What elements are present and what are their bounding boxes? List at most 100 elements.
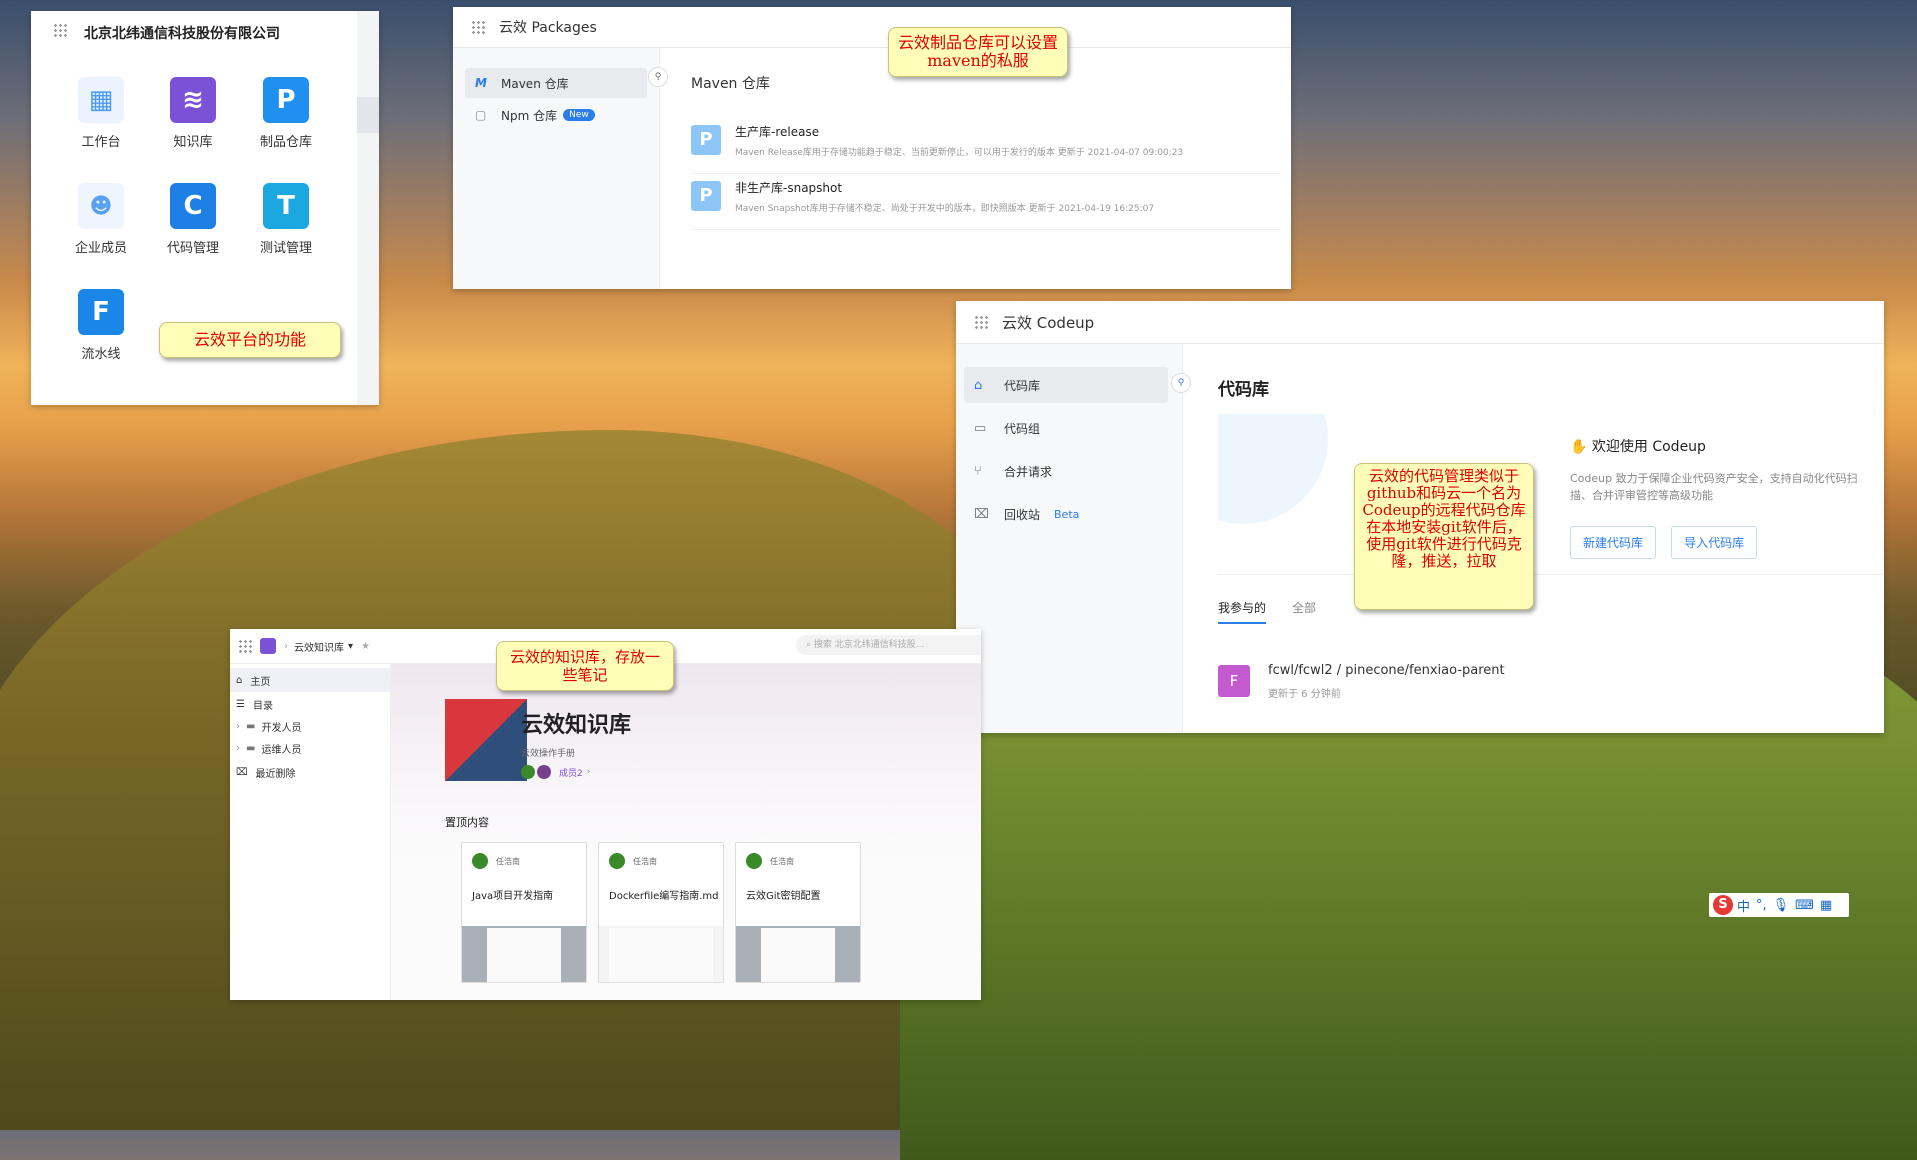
members-link[interactable]: 成员2: [559, 766, 583, 779]
app-testhub[interactable]: T 测试管理: [241, 183, 331, 256]
codeup-icon: C: [170, 183, 216, 229]
hand-wave-icon: ✋: [1570, 439, 1588, 455]
welcome-title: ✋ 欢迎使用 Codeup: [1570, 439, 1706, 455]
sidebar-item-catalog[interactable]: ☰ 目录: [230, 692, 390, 716]
knowledge-sidebar: ⌂ 主页 ☰ 目录 › ▬ 开发人员 › ▬ 运维人员 ⌧ 最近删除: [230, 664, 391, 1000]
grid-menu-icon[interactable]: [53, 23, 67, 37]
members-row[interactable]: 成员2 ›: [521, 765, 590, 779]
pinned-title: 置顶内容: [445, 816, 489, 829]
packages-icon: P: [263, 77, 309, 123]
tab-all[interactable]: 全部: [1292, 599, 1316, 616]
avatar: [609, 853, 625, 869]
sogou-icon[interactable]: S: [1713, 895, 1733, 915]
chevron-down-icon[interactable]: ▾: [348, 641, 353, 652]
pinned-card[interactable]: 任浩南 Java项目开发指南: [461, 842, 587, 983]
punctuation-icon[interactable]: °,: [1756, 898, 1767, 913]
knowledge-base-icon: ≋: [170, 77, 216, 123]
codeup-header: 云效 Codeup: [956, 301, 1884, 344]
sidebar-item-ops[interactable]: › ▬ 运维人员: [230, 736, 390, 760]
home-icon: ⌂: [236, 674, 243, 686]
package-repo-icon: P: [691, 125, 721, 155]
search-icon: ⌕: [806, 640, 812, 650]
search-input[interactable]: ⌕ 搜索 北京北纬通信科技股...: [796, 635, 981, 655]
ime-toolbar[interactable]: S 中 °, 🎙 ⌨ ▦: [1709, 893, 1849, 917]
annotation-packages: 云效制品仓库可以设置maven的私服: [888, 27, 1068, 77]
avatar: [537, 765, 551, 779]
grid-menu-icon[interactable]: [238, 639, 252, 653]
new-badge: New: [563, 109, 595, 121]
app-knowledge-base[interactable]: ≋ 知识库: [148, 77, 238, 150]
pinned-card[interactable]: 任浩南 云效Git密钥配置: [735, 842, 861, 983]
keyboard-icon[interactable]: ⌨: [1795, 898, 1814, 913]
codeup-sidebar: ⌂ 代码库 ▭ 代码组 ⑂ 合并请求 ⌧ 回收站 Beta ⚲: [956, 344, 1191, 733]
knowledge-logo-icon: [260, 638, 276, 654]
annotation-workspace: 云效平台的功能: [159, 322, 341, 358]
knowledge-cover-image: [445, 699, 527, 781]
sidebar-item-repos[interactable]: ⌂ 代码库: [964, 367, 1168, 403]
chevron-right-icon[interactable]: ›: [236, 721, 240, 732]
avatar: [472, 853, 488, 869]
repo-row-snapshot[interactable]: P 非生产库-snapshot Maven Snapshot库用于存储不稳定、尚…: [691, 173, 1281, 230]
sidebar-item-recently-deleted[interactable]: ⌧ 最近删除: [230, 760, 390, 784]
trash-icon: ⌧: [974, 506, 989, 522]
microphone-icon[interactable]: 🎙: [1773, 898, 1790, 913]
ime-mode[interactable]: 中: [1737, 896, 1750, 915]
pinned-card[interactable]: 任浩南 Dockerfile编写指南.md: [598, 842, 724, 983]
testhub-icon: T: [263, 183, 309, 229]
import-repo-button[interactable]: 导入代码库: [1671, 526, 1758, 559]
card-thumbnail: [599, 926, 723, 982]
repo-icon: ⌂: [974, 377, 983, 393]
sidebar-item-npm[interactable]: ▢ Npm 仓库 New: [465, 100, 647, 130]
app-codeup[interactable]: C 代码管理: [148, 183, 238, 256]
sidebar-item-developers[interactable]: › ▬ 开发人员: [230, 714, 390, 738]
create-repo-button[interactable]: 新建代码库: [1570, 526, 1657, 559]
packages-header: 云效 Packages: [453, 7, 1291, 48]
sidebar-item-groups[interactable]: ▭ 代码组: [964, 410, 1168, 446]
chevron-right-icon: ›: [586, 767, 591, 777]
npm-icon: ▢: [475, 108, 487, 122]
sidebar-item-merge-requests[interactable]: ⑂ 合并请求: [964, 453, 1168, 489]
grid-menu-icon[interactable]: [974, 315, 988, 329]
packages-window: 云效 Packages M Maven 仓库 ▢ Npm 仓库 New ⚲ Ma…: [453, 7, 1291, 289]
app-packages[interactable]: P 制品仓库: [241, 77, 331, 150]
codeup-title: 云效 Codeup: [1002, 313, 1095, 332]
repo-list-item[interactable]: F fcwl/fcwl2 / pinecone/fenxiao-parent 更…: [1218, 661, 1868, 721]
card-thumbnail: [736, 926, 860, 982]
welcome-description: Codeup 致力于保障企业代码资产安全，支持自动化代码扫描、合并评审管控等高级…: [1570, 472, 1858, 502]
beta-badge: Beta: [1054, 507, 1080, 521]
repo-updated: 更新于 6 分钟前: [1268, 689, 1341, 700]
knowledge-subtitle: 云效操作手册: [521, 749, 576, 759]
packages-sidebar: M Maven 仓库 ▢ Npm 仓库 New ⚲: [453, 48, 668, 289]
pin-icon[interactable]: ⚲: [1171, 373, 1191, 393]
repo-avatar: F: [1218, 665, 1250, 697]
banner-decoration: [1218, 414, 1328, 524]
sidebar-item-recycle-bin[interactable]: ⌧ 回收站 Beta: [964, 496, 1168, 532]
tab-participated[interactable]: 我参与的: [1218, 599, 1267, 624]
toolbox-icon[interactable]: ▦: [1820, 898, 1832, 913]
chevron-right-icon[interactable]: ›: [236, 743, 240, 754]
catalog-icon: ☰: [236, 698, 245, 710]
app-members[interactable]: ☻ 企业成员: [56, 183, 146, 256]
app-flow[interactable]: F 流水线: [56, 289, 146, 362]
pin-icon[interactable]: ⚲: [648, 67, 668, 87]
repo-row-release[interactable]: P 生产库-release Maven Release库用于存储功能趋于稳定、当…: [691, 117, 1281, 174]
folder-icon: ▬: [246, 742, 256, 754]
packages-title: 云效 Packages: [499, 20, 597, 36]
launcher-side-strip: [357, 11, 379, 405]
welcome-actions: 新建代码库 导入代码库: [1570, 526, 1767, 559]
breadcrumb[interactable]: 云效知识库: [294, 639, 344, 654]
star-icon[interactable]: ★: [361, 641, 370, 652]
merge-request-icon: ⑂: [974, 463, 982, 479]
repo-path[interactable]: fcwl/fcwl2 / pinecone/fenxiao-parent: [1268, 663, 1505, 678]
folder-icon: ▭: [974, 420, 987, 436]
sidebar-item-maven[interactable]: M Maven 仓库: [465, 68, 647, 98]
sidebar-item-home[interactable]: ⌂ 主页: [230, 668, 390, 692]
avatar: [746, 853, 762, 869]
folder-icon: ▬: [246, 720, 256, 732]
package-repo-icon: P: [691, 181, 721, 211]
grid-menu-icon[interactable]: [471, 20, 485, 34]
annotation-knowledge: 云效的知识库，存放一些笔记: [496, 641, 674, 691]
trash-icon: ⌧: [236, 766, 248, 778]
app-workbench[interactable]: ▦ 工作台: [56, 77, 146, 150]
card-thumbnail: [462, 926, 586, 982]
